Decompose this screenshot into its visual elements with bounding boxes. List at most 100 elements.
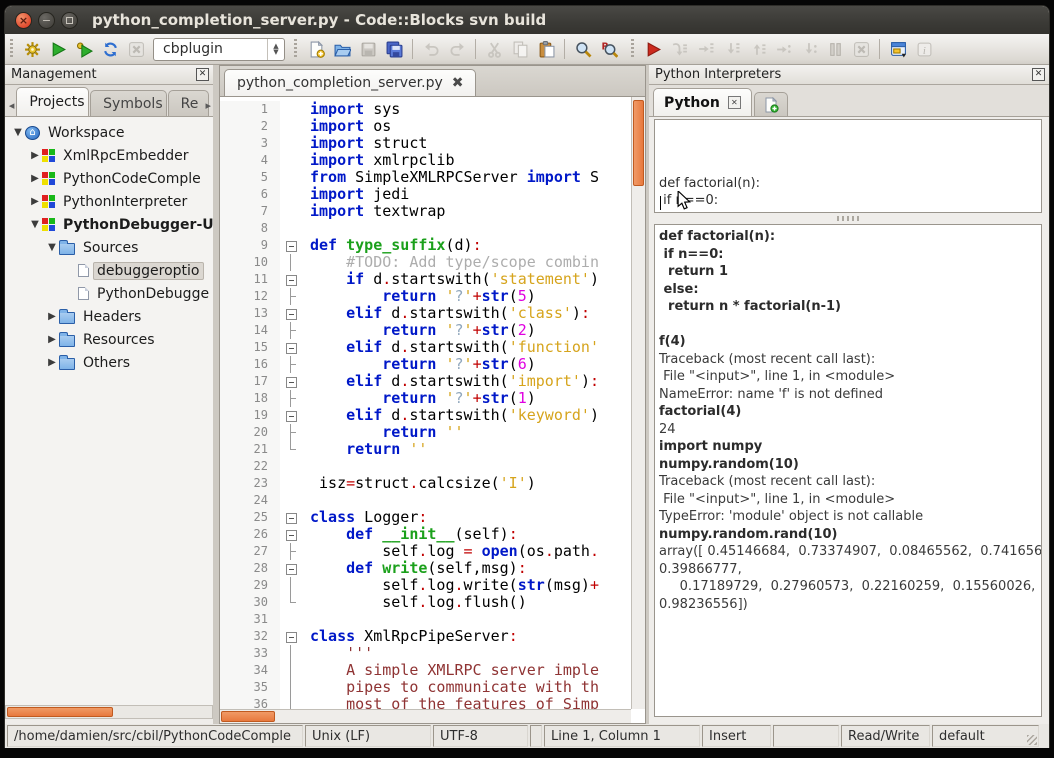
fold-collapse-icon[interactable] (280, 237, 302, 254)
expand-arrow-icon[interactable]: ▶ (45, 357, 59, 368)
code-line-16[interactable]: 16 return '?'+str(6) (220, 356, 645, 373)
stop-debugger-button[interactable] (848, 37, 874, 61)
pause-button[interactable] (822, 37, 848, 61)
code-line-14[interactable]: 14 return '?'+str(2) (220, 322, 645, 339)
window-maximize-button[interactable] (61, 12, 78, 29)
code-line-32[interactable]: 32class XmlRpcPipeServer: (220, 628, 645, 645)
debugging-windows-button[interactable] (885, 37, 911, 61)
editor-hscroll-thumb[interactable] (221, 711, 275, 722)
build-run-button[interactable] (71, 37, 97, 61)
replace-button[interactable]: R (596, 37, 622, 61)
run-to-cursor-button[interactable] (666, 37, 692, 61)
window-minimize-button[interactable]: − (38, 12, 55, 29)
interpreters-close-icon[interactable]: ✕ (1032, 68, 1045, 81)
various-info-button[interactable]: i (911, 37, 937, 61)
code-line-7[interactable]: 7import textwrap (220, 203, 645, 220)
open-file-button[interactable] (329, 37, 355, 61)
code-line-15[interactable]: 15 elif d.startswith('function' (220, 339, 645, 356)
code-line-6[interactable]: 6import jedi (220, 186, 645, 203)
code-line-9[interactable]: 9def type_suffix(d): (220, 237, 645, 254)
interpreter-tab-python[interactable]: Python ✕ (653, 88, 752, 116)
code-line-25[interactable]: 25class Logger: (220, 509, 645, 526)
copy-button[interactable] (507, 37, 533, 61)
code-line-26[interactable]: 26 def __init__(self): (220, 526, 645, 543)
code-line-2[interactable]: 2import os (220, 118, 645, 135)
editor-vscrollbar[interactable] (631, 97, 645, 709)
code-line-19[interactable]: 19 elif d.startswith('keyword') (220, 407, 645, 424)
code-line-8[interactable]: 8 (220, 220, 645, 237)
tree-item-xmlrpcembedder[interactable]: ▶XmlRpcEmbedder (5, 144, 213, 167)
editor-hscrollbar[interactable] (220, 709, 631, 723)
code-line-4[interactable]: 4import xmlrpclib (220, 152, 645, 169)
run-button[interactable] (45, 37, 71, 61)
editor-tab[interactable]: python_completion_server.py ✖ (224, 69, 476, 96)
code-line-23[interactable]: 23 isz=struct.calcsize('I') (220, 475, 645, 492)
code-line-35[interactable]: 35 pipes to communicate with th (220, 679, 645, 696)
save-all-button[interactable] (381, 37, 407, 61)
tab-scroll-left-icon[interactable]: ◂ (7, 94, 16, 116)
code-line-17[interactable]: 17 elif d.startswith('import'): (220, 373, 645, 390)
fold-collapse-icon[interactable] (280, 526, 302, 543)
code-area[interactable]: 1import sys2import os3import struct4impo… (220, 97, 645, 709)
fold-collapse-icon[interactable] (280, 628, 302, 645)
code-line-22[interactable]: 22 (220, 458, 645, 475)
editor-vscroll-thumb[interactable] (633, 100, 644, 186)
interpreter-splitter[interactable] (654, 213, 1042, 224)
toolbar-grip[interactable] (631, 39, 634, 59)
window-close-button[interactable]: × (15, 12, 32, 29)
fold-collapse-icon[interactable] (280, 271, 302, 288)
paste-button[interactable] (533, 37, 559, 61)
tree-item-pythondebugger-u[interactable]: ▼PythonDebugger-U (5, 213, 213, 236)
code-line-30[interactable]: 30 self.log.flush() (220, 594, 645, 611)
collapse-arrow-icon[interactable]: ▼ (11, 127, 25, 138)
debug-run-button[interactable] (640, 37, 666, 61)
fold-collapse-icon[interactable] (280, 407, 302, 424)
next-instruction-button[interactable] (770, 37, 796, 61)
step-out-button[interactable] (744, 37, 770, 61)
code-line-3[interactable]: 3import struct (220, 135, 645, 152)
fold-collapse-icon[interactable] (280, 339, 302, 356)
code-line-12[interactable]: 12 return '?'+str(5) (220, 288, 645, 305)
code-line-20[interactable]: 20 return '' (220, 424, 645, 441)
new-interpreter-tab-button[interactable] (754, 92, 788, 116)
editor-tab-close-icon[interactable]: ✖ (452, 75, 464, 91)
fold-collapse-icon[interactable] (280, 305, 302, 322)
code-line-1[interactable]: 1import sys (220, 101, 645, 118)
rebuild-button[interactable] (97, 37, 123, 61)
gear-button[interactable] (19, 37, 45, 61)
expand-arrow-icon[interactable]: ▶ (45, 334, 59, 345)
code-line-33[interactable]: 33 ''' (220, 645, 645, 662)
toolbar-grip[interactable] (294, 39, 297, 59)
tree-item-resources[interactable]: ▶Resources (5, 328, 213, 351)
tree-item-pythoncodecomple[interactable]: ▶PythonCodeComple (5, 167, 213, 190)
expand-arrow-icon[interactable]: ▶ (28, 150, 42, 161)
step-into-button[interactable] (718, 37, 744, 61)
management-hscroll-thumb[interactable] (7, 707, 113, 717)
save-button[interactable] (355, 37, 381, 61)
tree-item-workspace[interactable]: ▼⌂Workspace (5, 121, 213, 144)
collapse-arrow-icon[interactable]: ▼ (28, 219, 42, 230)
fold-collapse-icon[interactable] (280, 509, 302, 526)
code-line-28[interactable]: 28 def write(self,msg): (220, 560, 645, 577)
step-into-instruction-button[interactable] (796, 37, 822, 61)
code-line-5[interactable]: 5from SimpleXMLRPCServer import S (220, 169, 645, 186)
code-line-24[interactable]: 24 (220, 492, 645, 509)
code-line-10[interactable]: 10 #TODO: Add type/scope combin (220, 254, 645, 271)
toolbar-grip[interactable] (10, 39, 13, 59)
management-close-icon[interactable]: ✕ (196, 68, 209, 81)
undo-button[interactable] (418, 37, 444, 61)
expand-arrow-icon[interactable]: ▶ (45, 311, 59, 322)
abort-button[interactable] (123, 37, 149, 61)
expand-arrow-icon[interactable]: ▶ (28, 173, 42, 184)
redo-button[interactable] (444, 37, 470, 61)
tree-item-headers[interactable]: ▶Headers (5, 305, 213, 328)
collapse-arrow-icon[interactable]: ▼ (45, 242, 59, 253)
code-line-27[interactable]: 27 self.log = open(os.path. (220, 543, 645, 560)
management-tab-symbols[interactable]: Symbols (90, 90, 166, 116)
interpreter-tab-close-icon[interactable]: ✕ (728, 96, 741, 109)
management-tab-re[interactable]: Re (168, 90, 209, 116)
next-line-button[interactable] (692, 37, 718, 61)
fold-collapse-icon[interactable] (280, 560, 302, 577)
code-line-13[interactable]: 13 elif d.startswith('class'): (220, 305, 645, 322)
tab-scroll-right-icon[interactable]: ▸ (204, 94, 213, 116)
